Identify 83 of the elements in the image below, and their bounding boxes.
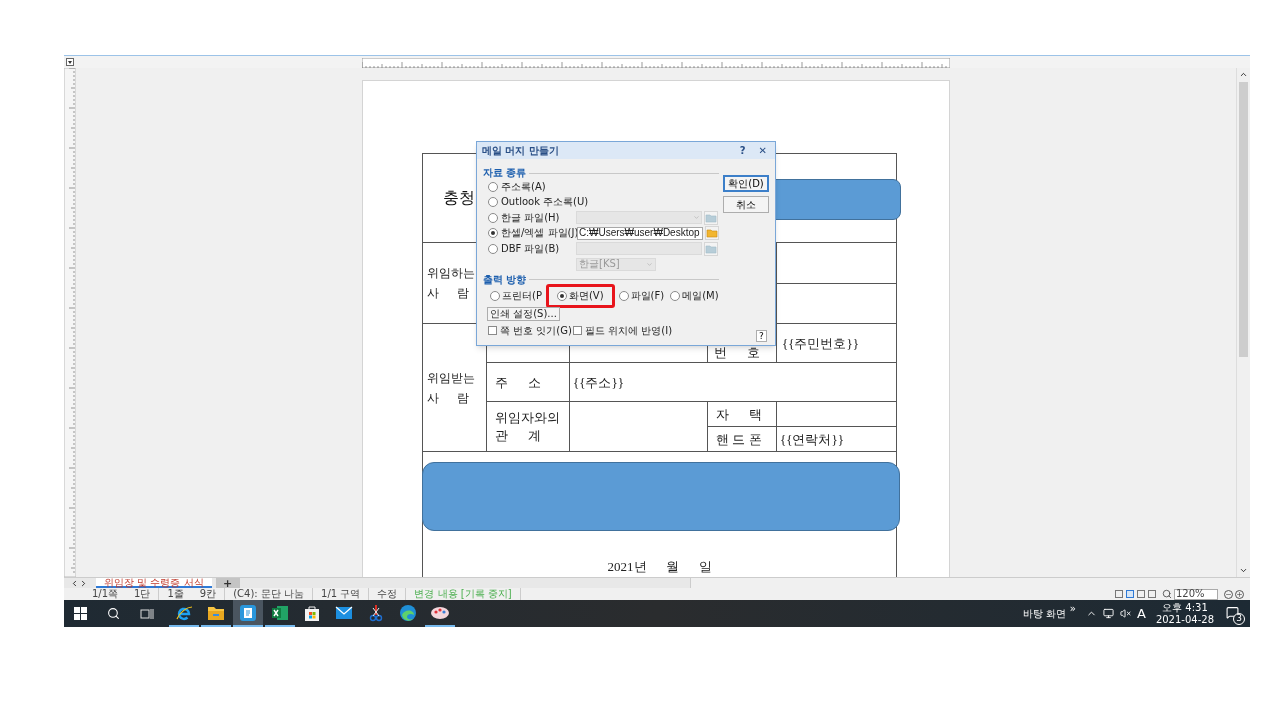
scissors-icon xyxy=(368,603,384,622)
row-label: 위임받는 xyxy=(427,369,476,386)
row-label: 위임하는 xyxy=(427,265,476,281)
windows-start-icon[interactable] xyxy=(74,607,87,620)
scroll-up-icon[interactable] xyxy=(1239,70,1248,79)
status-text: 9칸 xyxy=(199,589,217,599)
print-setup-button[interactable]: 인쇄 설정(S)... xyxy=(487,306,560,321)
status-text: (C4): 문단 나눔 xyxy=(233,589,305,599)
ruler-toggle[interactable] xyxy=(66,58,74,66)
group-heading: 자료 종류 xyxy=(483,167,527,179)
group-heading: 출력 방향 xyxy=(483,273,527,286)
input-method-indicator[interactable]: A xyxy=(1136,607,1146,620)
close-button[interactable]: ✕ xyxy=(755,145,770,156)
checkbox[interactable] xyxy=(573,326,582,335)
network-icon[interactable] xyxy=(1102,608,1114,619)
radio-option[interactable]: 파일(F) xyxy=(616,290,667,301)
status-text: 1/1쪽 xyxy=(92,589,119,599)
spreadsheet-icon xyxy=(271,603,289,622)
field-label: 번 호 xyxy=(714,345,761,361)
mail-icon xyxy=(335,605,353,620)
field-value: {{연락처}} xyxy=(780,432,844,447)
row-label: 사 람 xyxy=(427,285,470,301)
radio-option[interactable]: 메일(M) xyxy=(668,290,721,301)
zoom-icon[interactable] xyxy=(1162,589,1172,599)
folder-icon xyxy=(207,604,225,621)
radio-button[interactable] xyxy=(670,290,681,301)
caret-icon xyxy=(646,260,653,268)
caret-icon xyxy=(693,214,700,222)
task-view-icon[interactable] xyxy=(140,607,154,620)
row-label: 사 람 xyxy=(427,389,470,406)
checkbox-option[interactable]: 쪽 번호 잇기(G) xyxy=(488,325,573,336)
checkbox-option[interactable]: 필드 위치에 반영(I) xyxy=(573,325,673,336)
field-label: 주 소 xyxy=(495,375,541,390)
muted-speaker-icon[interactable] xyxy=(1119,608,1131,619)
zoom-in-icon[interactable] xyxy=(1235,589,1244,599)
shopping-bag-icon xyxy=(303,603,321,622)
horizontal-scrollbar[interactable] xyxy=(689,578,1250,588)
taskbar-app[interactable] xyxy=(233,600,263,627)
desktop-toolbar-label[interactable]: 바탕 화면 xyxy=(1022,606,1066,621)
tab-scroll-left-icon[interactable] xyxy=(70,578,79,588)
add-tab-button[interactable]: + xyxy=(215,578,240,588)
radio-option[interactable]: 주소록(A) xyxy=(488,180,576,193)
status-text: 1/1 구역 xyxy=(321,589,361,599)
zoom-dropdown[interactable]: 120% xyxy=(1174,588,1218,600)
field-label: 핸 드 폰 xyxy=(716,432,762,447)
help-button[interactable]: ? xyxy=(735,145,750,156)
vertical-scrollbar[interactable] xyxy=(1236,68,1250,577)
document-title: 충청 xyxy=(443,189,475,206)
radio-option[interactable]: Outlook 주소록(U) xyxy=(488,196,589,209)
field-label: 관 계 xyxy=(495,427,542,444)
help-button[interactable]: ? xyxy=(756,330,767,342)
radio-button[interactable] xyxy=(488,228,498,239)
browser-wave-icon xyxy=(399,603,417,622)
scroll-down-icon[interactable] xyxy=(1239,566,1248,575)
radio-option[interactable]: 한셀/엑셀 파일(J) xyxy=(488,227,577,240)
status-text: 수정 xyxy=(377,589,398,599)
clock[interactable]: 오후 4:31 2021-04-28 xyxy=(1155,601,1214,626)
browser-e-icon xyxy=(175,603,193,622)
palette-icon xyxy=(430,604,450,621)
document-app-icon xyxy=(239,603,257,622)
status-text: 1단 xyxy=(134,589,151,599)
search-icon[interactable] xyxy=(107,607,120,620)
field-label: 위임자와의 xyxy=(495,409,561,426)
field-value: {{주소}} xyxy=(573,375,624,390)
tab-scroll-right-icon[interactable] xyxy=(79,578,88,588)
checkbox[interactable] xyxy=(488,326,497,335)
radio-button[interactable] xyxy=(556,290,567,301)
cancel-button[interactable]: 취소 xyxy=(723,196,769,213)
radio-button[interactable] xyxy=(618,290,629,301)
highlighted-radio-option[interactable]: 화면(V) xyxy=(545,283,615,308)
radio-button[interactable] xyxy=(490,290,500,301)
date-line: 2021년 월 일 xyxy=(607,559,712,574)
dialog-title: 메일 머지 만들기 xyxy=(482,145,560,156)
field-label: 자 택 xyxy=(716,407,762,422)
toolbar-chevron[interactable]: » xyxy=(1069,601,1076,616)
radio-option[interactable]: 프린터(P xyxy=(488,290,544,301)
horizontal-ruler[interactable] xyxy=(362,58,950,68)
ok-button[interactable]: 확인(D) xyxy=(723,175,769,192)
field-value: {{주민번호}} xyxy=(782,336,859,351)
path-field[interactable]: C:₩Users₩user₩Desktop xyxy=(577,226,703,240)
status-text: 1줄 xyxy=(167,589,184,599)
radio-button[interactable] xyxy=(488,181,498,192)
radio-button[interactable] xyxy=(488,197,498,208)
